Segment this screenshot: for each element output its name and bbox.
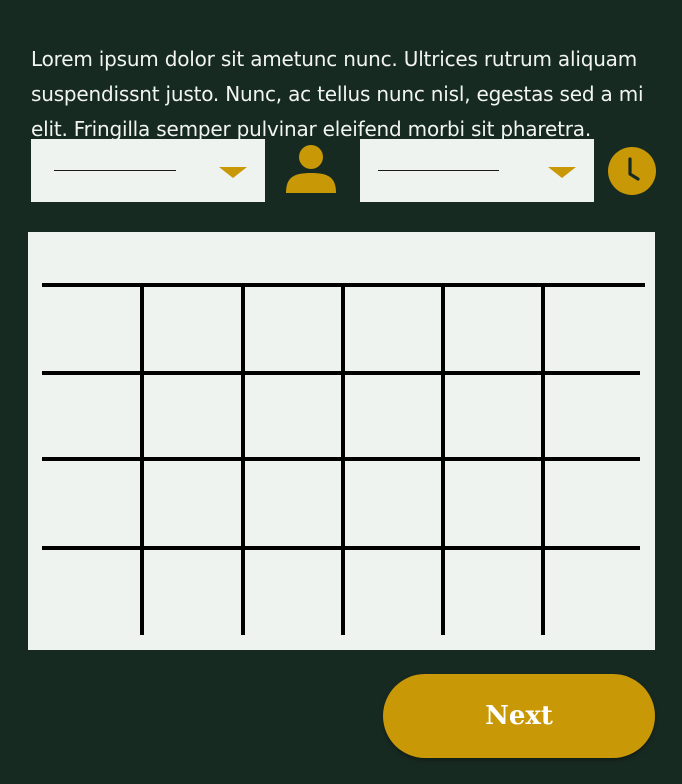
grid-cell[interactable]	[543, 548, 645, 635]
grid-cell[interactable]	[42, 285, 142, 373]
grid-cell[interactable]	[343, 373, 443, 459]
intro-text: Lorem ipsum dolor sit ametunc nunc. Ultr…	[31, 47, 644, 141]
grid-cell[interactable]	[42, 373, 142, 459]
grid-cell[interactable]	[443, 459, 543, 548]
user-icon	[286, 145, 336, 193]
schedule-grid	[42, 283, 645, 635]
grid-cell[interactable]	[42, 459, 142, 548]
grid-cell[interactable]	[343, 459, 443, 548]
grid-cell[interactable]	[142, 373, 243, 459]
grid-cell[interactable]	[443, 373, 543, 459]
grid-cell[interactable]	[142, 459, 243, 548]
grid-cell[interactable]	[243, 459, 343, 548]
second-dropdown-value-line	[378, 170, 499, 171]
grid-cell[interactable]	[142, 285, 243, 373]
grid-cell[interactable]	[443, 285, 543, 373]
grid-cell[interactable]	[243, 285, 343, 373]
first-dropdown-value-line	[54, 170, 176, 171]
grid-cell[interactable]	[543, 285, 645, 373]
grid-cell[interactable]	[543, 373, 645, 459]
grid-cell[interactable]	[243, 373, 343, 459]
grid-cell[interactable]	[543, 459, 645, 548]
clock-icon[interactable]	[608, 147, 656, 195]
grid-cell[interactable]	[343, 548, 443, 635]
grid-cell[interactable]	[243, 548, 343, 635]
second-dropdown[interactable]	[360, 139, 594, 202]
grid-cell[interactable]	[443, 548, 543, 635]
first-dropdown[interactable]	[31, 139, 265, 202]
schedule-panel	[28, 232, 655, 650]
chevron-down-icon	[219, 167, 247, 178]
grid-cell[interactable]	[142, 548, 243, 635]
chevron-down-icon	[548, 167, 576, 178]
grid-cell[interactable]	[42, 548, 142, 635]
grid-cell[interactable]	[343, 285, 443, 373]
next-button[interactable]: Next	[383, 674, 655, 758]
